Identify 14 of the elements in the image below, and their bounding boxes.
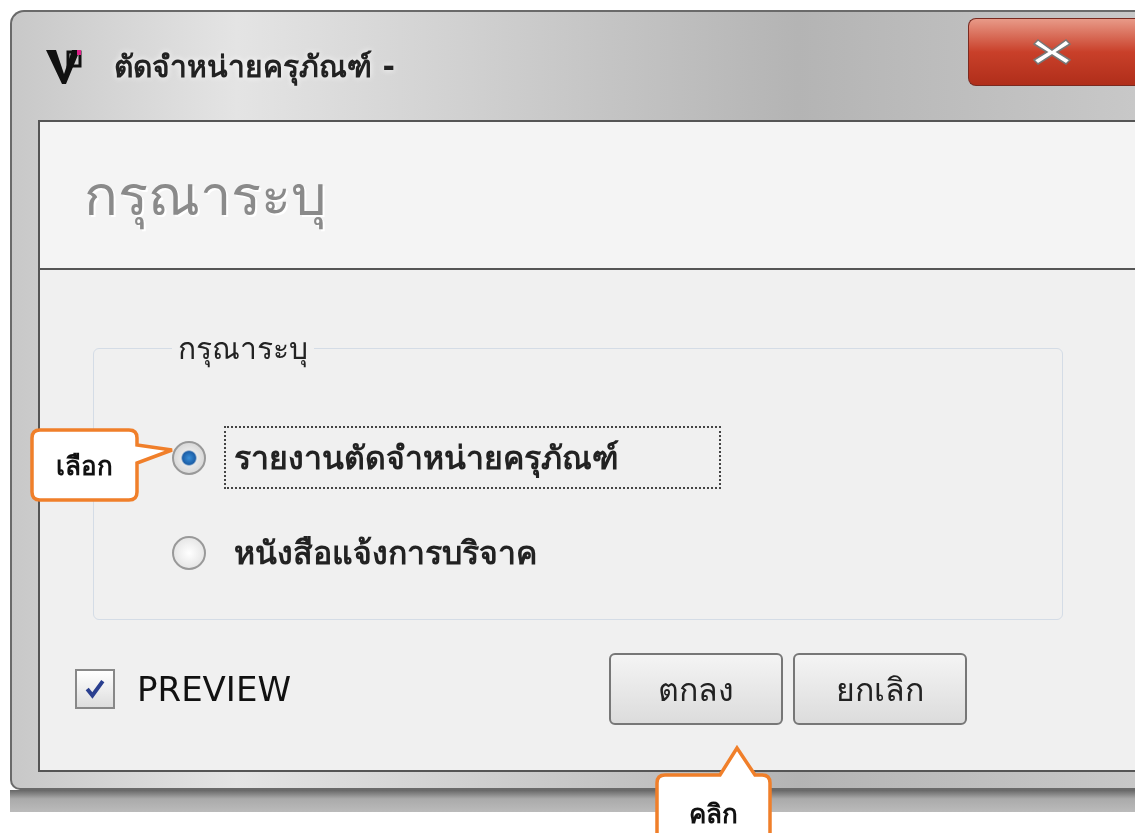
radio-button[interactable]	[172, 535, 206, 570]
dialog-button[interactable]: ยกเลิก	[793, 653, 967, 725]
radio-button[interactable]	[172, 440, 206, 475]
close-button[interactable]	[968, 18, 1135, 86]
header-title: กรุณาระบุ	[84, 161, 327, 232]
checkbox-label: PREVIEW	[137, 669, 291, 709]
group-label: กรุณาระบุ	[177, 330, 309, 370]
option-label[interactable]: รายงานตัดจำหน่ายครุภัณฑ์	[224, 426, 721, 489]
option-label[interactable]: หนังสือแจ้งการบริจาค	[224, 521, 547, 584]
close-icon	[1032, 37, 1072, 67]
dialog-button[interactable]: ตกลง	[609, 653, 783, 725]
checkbox[interactable]	[75, 669, 115, 709]
callout: คลิก	[655, 745, 773, 833]
window-title: ตัดจำหน่ายครุภัณฑ์ -	[114, 47, 395, 88]
